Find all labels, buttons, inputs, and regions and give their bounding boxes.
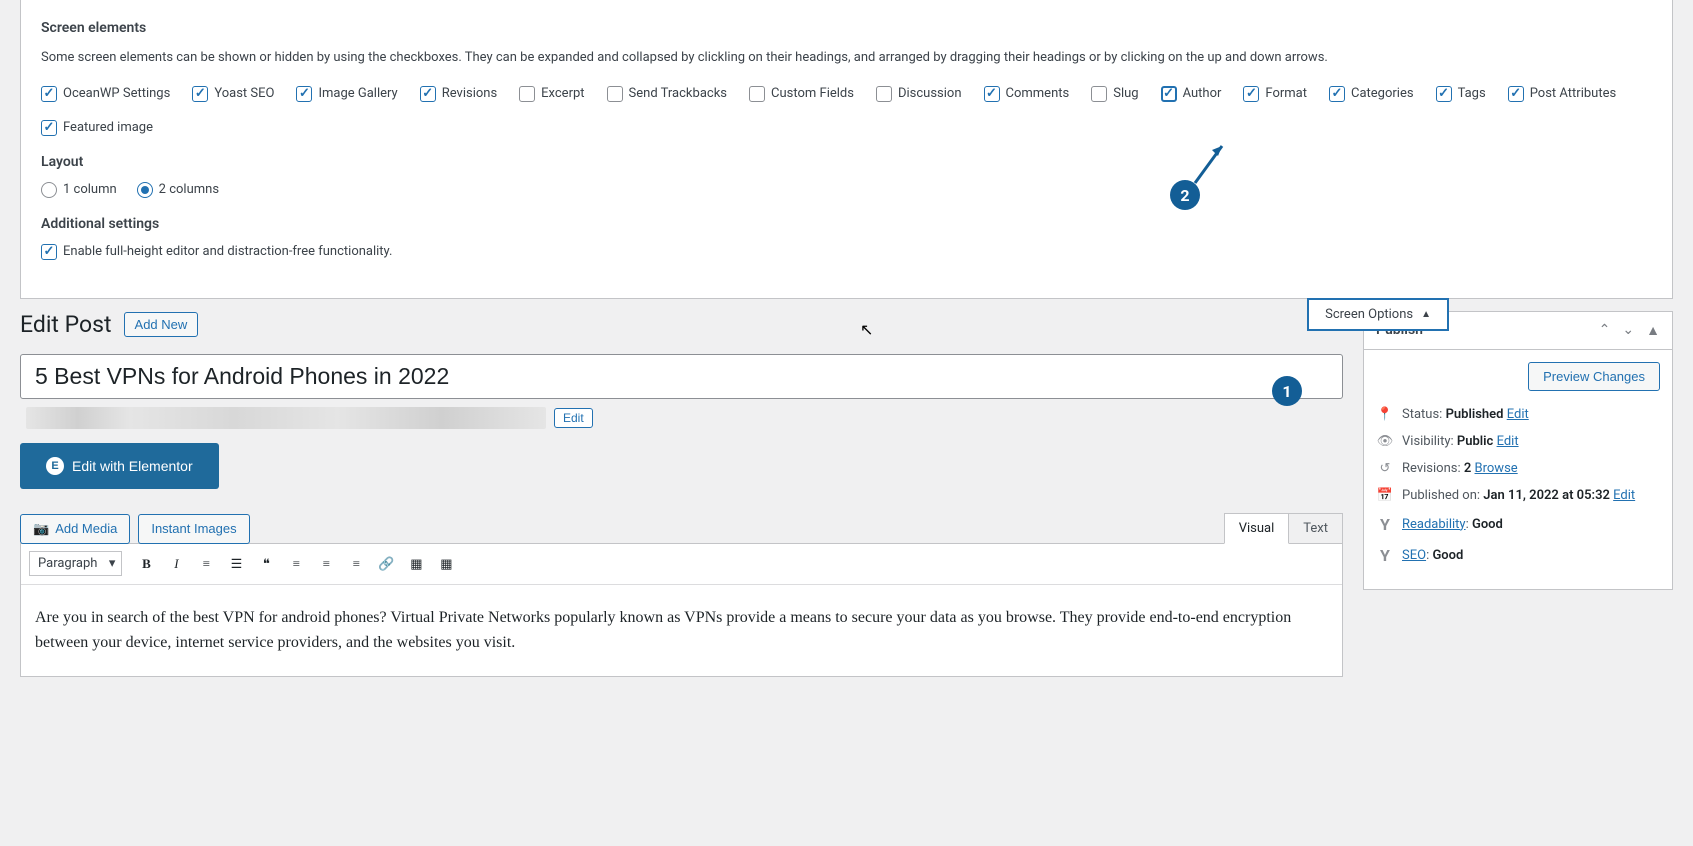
camera-icon: 📷 [33, 521, 49, 537]
edit-visibility-link[interactable]: Edit [1497, 434, 1519, 449]
checkbox-icon [1091, 86, 1107, 102]
layout-radios: 1 column 2 columns [41, 182, 1652, 198]
edit-with-elementor-button[interactable]: E Edit with Elementor [20, 443, 219, 489]
yoast-icon: Y [1376, 546, 1394, 565]
link-button[interactable]: 🔗 [372, 550, 400, 578]
checkbox-icon [1508, 86, 1524, 102]
screen-options-tab[interactable]: Screen Options ▲ [1307, 298, 1449, 331]
checkbox-featured-image[interactable]: Featured image [41, 120, 153, 136]
align-right-button[interactable]: ≡ [342, 550, 370, 578]
checkbox-post-attributes[interactable]: Post Attributes [1508, 86, 1617, 102]
elementor-icon: E [46, 457, 64, 475]
checkbox-icon [41, 244, 57, 260]
edit-status-link[interactable]: Edit [1507, 407, 1529, 422]
layout-heading: Layout [41, 154, 1652, 170]
publish-box: Publish ⌃ ⌄ ▲ Preview Changes 📍 Status: … [1363, 311, 1673, 590]
screen-options-panel: Screen elements Some screen elements can… [20, 0, 1673, 299]
checkbox-excerpt[interactable]: Excerpt [519, 86, 584, 102]
align-left-button[interactable]: ≡ [282, 550, 310, 578]
format-select[interactable]: Paragraph ▾ [29, 551, 122, 576]
cursor-icon: ↖ [860, 320, 873, 339]
move-down-icon[interactable]: ⌄ [1622, 322, 1634, 339]
bullet-list-button[interactable]: ≡ [192, 550, 220, 578]
italic-button[interactable]: I [162, 550, 190, 578]
checkbox-comments[interactable]: Comments [984, 86, 1070, 102]
checkbox-icon [1436, 86, 1452, 102]
toggle-panel-icon[interactable]: ▲ [1646, 322, 1660, 339]
checkbox-icon [1329, 86, 1345, 102]
checkbox-icon [192, 86, 208, 102]
preview-changes-button[interactable]: Preview Changes [1528, 362, 1660, 391]
radio-icon [41, 182, 57, 198]
checkbox-slug[interactable]: Slug [1091, 86, 1138, 102]
calendar-icon: 📅 [1376, 488, 1394, 503]
tab-visual[interactable]: Visual [1224, 513, 1290, 544]
additional-checkbox[interactable]: Enable full-height editor and distractio… [41, 244, 392, 260]
checkbox-icon [876, 86, 892, 102]
editor-content[interactable]: Are you in search of the best VPN for an… [21, 585, 1342, 676]
checkbox-icon [420, 86, 436, 102]
screen-elements-heading: Screen elements [41, 20, 1652, 36]
checkbox-icon [1243, 86, 1259, 102]
align-center-button[interactable]: ≡ [312, 550, 340, 578]
checkbox-custom-fields[interactable]: Custom Fields [749, 86, 854, 102]
tab-text[interactable]: Text [1289, 513, 1343, 544]
checkbox-oceanwp-settings[interactable]: OceanWP Settings [41, 86, 170, 102]
numbered-list-button[interactable]: ☰ [222, 550, 250, 578]
add-new-button[interactable]: Add New [124, 312, 199, 337]
checkbox-icon [984, 86, 1000, 102]
chevron-down-icon: ▾ [109, 556, 116, 571]
checkbox-send-trackbacks[interactable]: Send Trackbacks [607, 86, 727, 102]
revisions-icon: ↺ [1376, 461, 1394, 476]
radio-icon [137, 182, 153, 198]
blockquote-button[interactable]: ❝ [252, 550, 280, 578]
checkbox-discussion[interactable]: Discussion [876, 86, 962, 102]
readability-link[interactable]: Readability [1402, 517, 1466, 532]
instant-images-button[interactable]: Instant Images [138, 514, 249, 544]
checkbox-categories[interactable]: Categories [1329, 86, 1414, 102]
checkbox-icon [41, 86, 57, 102]
radio-2-columns[interactable]: 2 columns [137, 182, 219, 198]
eye-icon: 👁 [1376, 434, 1394, 449]
permalink-blurred [26, 407, 546, 429]
annotation-1: 1 [1272, 376, 1302, 406]
annotation-arrow [1190, 138, 1230, 188]
checkbox-tags[interactable]: Tags [1436, 86, 1486, 102]
yoast-icon: Y [1376, 515, 1394, 534]
move-up-icon[interactable]: ⌃ [1599, 322, 1611, 339]
annotation-2: 2 [1170, 180, 1200, 210]
checkbox-icon [607, 86, 623, 102]
bold-button[interactable]: B [132, 550, 160, 578]
seo-link[interactable]: SEO [1402, 548, 1426, 563]
checkbox-format[interactable]: Format [1243, 86, 1307, 102]
screen-elements-checkboxes: OceanWP Settings Yoast SEO Image Gallery Re… [41, 86, 1652, 136]
edit-date-link[interactable]: Edit [1613, 488, 1635, 503]
post-title-input[interactable] [20, 354, 1343, 399]
editor-box: Paragraph ▾ B I ≡ ☰ ❝ ≡ ≡ ≡ 🔗 ▦ ▦ Are yo… [20, 543, 1343, 677]
checkbox-icon [41, 120, 57, 136]
readmore-button[interactable]: ▦ [402, 550, 430, 578]
browse-revisions-link[interactable]: Browse [1475, 461, 1518, 476]
checkbox-icon [749, 86, 765, 102]
checkbox-yoast-seo[interactable]: Yoast SEO [192, 86, 274, 102]
additional-heading: Additional settings [41, 216, 1652, 232]
add-media-button[interactable]: 📷 Add Media [20, 514, 130, 544]
checkbox-icon [519, 86, 535, 102]
radio-1-column[interactable]: 1 column [41, 182, 117, 198]
chevron-up-icon: ▲ [1421, 309, 1431, 320]
toolbar-toggle-button[interactable]: ▦ [432, 550, 460, 578]
page-title: Edit Post [20, 311, 112, 338]
checkbox-icon [1161, 86, 1177, 102]
screen-elements-description: Some screen elements can be shown or hid… [41, 48, 1652, 68]
checkbox-author[interactable]: Author [1161, 86, 1222, 102]
checkbox-icon [296, 86, 312, 102]
checkbox-revisions[interactable]: Revisions [420, 86, 497, 102]
pin-icon: 📍 [1376, 407, 1394, 422]
edit-permalink-button[interactable]: Edit [554, 408, 593, 428]
checkbox-image-gallery[interactable]: Image Gallery [296, 86, 397, 102]
